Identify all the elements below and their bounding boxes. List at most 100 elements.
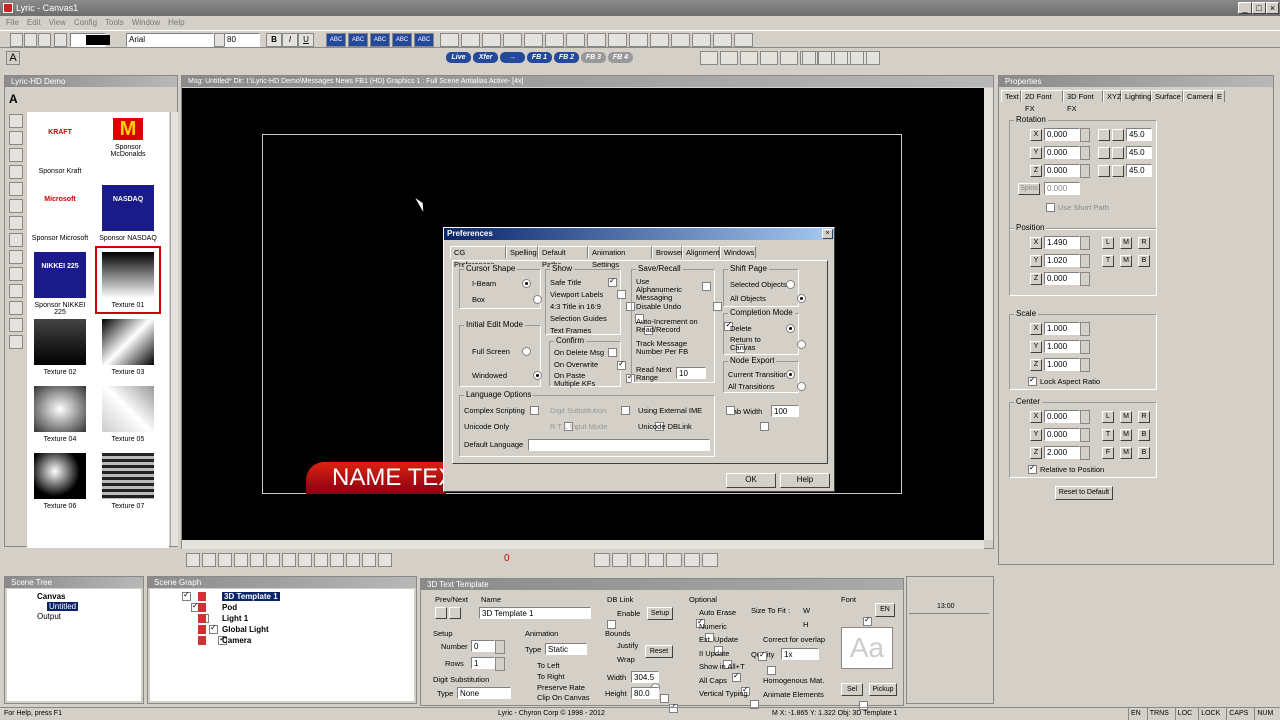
optional-checkbox[interactable] xyxy=(732,671,741,683)
playback-button[interactable] xyxy=(250,553,264,567)
side-tool-icon[interactable] xyxy=(9,199,23,213)
property-tab[interactable]: Text xyxy=(1001,90,1021,102)
ibeam-radio[interactable] xyxy=(522,279,531,289)
view-button[interactable] xyxy=(648,553,664,567)
thumbnail-item[interactable]: Microsoft Sponsor Microsoft xyxy=(29,181,91,245)
scene-graph-item[interactable]: Light 1 xyxy=(222,614,248,623)
preferences-close-icon[interactable]: × xyxy=(822,229,833,239)
full-screen-radio[interactable] xyxy=(522,347,531,357)
minimize-icon[interactable]: _ xyxy=(1238,2,1252,14)
thumbnail-item[interactable]: NIKKEI 225 Sponsor NIKKEI 225 xyxy=(29,248,91,316)
pref-tab[interactable]: Spelling xyxy=(506,246,538,258)
show-item-checkbox[interactable] xyxy=(608,276,617,288)
value-field[interactable]: 0.000 xyxy=(1044,272,1080,285)
axis-button[interactable]: Z xyxy=(1030,273,1042,285)
mode-button-3[interactable]: FB 1 xyxy=(527,52,552,63)
thumbnail-item[interactable]: Texture 07 xyxy=(97,449,159,513)
playback-button[interactable] xyxy=(298,553,312,567)
spin-arrows[interactable] xyxy=(1080,358,1090,372)
pref-tab[interactable]: Browser xyxy=(652,246,684,258)
align-tmb.0[interactable]: T xyxy=(1102,429,1114,441)
toolbar-file-button[interactable] xyxy=(38,33,51,47)
align-lmr.1[interactable]: M xyxy=(1120,411,1132,423)
mode-button-5[interactable]: FB 3 xyxy=(581,52,606,63)
effect-button[interactable] xyxy=(503,33,522,47)
pref-tab[interactable]: CG Preferences xyxy=(450,246,506,269)
all-objects-radio[interactable] xyxy=(797,294,807,304)
scene-tree-item-output[interactable]: Output xyxy=(37,612,61,621)
property-tab[interactable]: 3D Font FX xyxy=(1063,90,1103,113)
property-tab[interactable]: Lighting xyxy=(1121,90,1151,102)
delete-radio[interactable] xyxy=(786,324,795,334)
spins-button[interactable]: Spins xyxy=(1018,183,1040,195)
axis-button[interactable]: X xyxy=(1030,323,1042,335)
side-tool-icon[interactable] xyxy=(9,131,23,145)
windowed-radio[interactable] xyxy=(533,371,543,381)
spin-arrows[interactable] xyxy=(1080,410,1090,424)
plus-button[interactable] xyxy=(1098,129,1110,141)
spin-value-field[interactable]: 45.0 xyxy=(1126,164,1152,177)
effect-button[interactable] xyxy=(440,33,459,47)
font-size-field[interactable]: 80 xyxy=(224,33,260,47)
playback-button[interactable] xyxy=(186,553,200,567)
thumbnail-item[interactable]: Texture 04 xyxy=(29,382,91,446)
property-tab[interactable]: E xyxy=(1213,90,1225,102)
side-tool-icon[interactable] xyxy=(9,148,23,162)
bounds-reset-button[interactable]: Reset xyxy=(645,645,673,658)
color-swatch[interactable] xyxy=(86,35,110,45)
menu-item-config[interactable]: Config xyxy=(74,16,97,30)
playback-button[interactable] xyxy=(362,553,376,567)
thumbnail-item[interactable]: Texture 06 xyxy=(29,449,91,513)
minus-button[interactable] xyxy=(1112,129,1124,141)
axis-button[interactable]: X xyxy=(1030,237,1042,249)
width-field[interactable]: 304.5 xyxy=(631,671,659,683)
align-tmb.2[interactable]: B xyxy=(1138,429,1150,441)
effect-button[interactable] xyxy=(671,33,690,47)
toolbar-file-button[interactable] xyxy=(24,33,37,47)
confirm-item-checkbox[interactable] xyxy=(617,359,626,371)
side-tool-icon[interactable] xyxy=(9,301,23,315)
scene-graph-item[interactable]: 3D Template 1 xyxy=(222,592,280,601)
playback-button[interactable] xyxy=(282,553,296,567)
axis-button[interactable]: Z xyxy=(1030,359,1042,371)
align-button[interactable] xyxy=(760,51,778,65)
menu-item-edit[interactable]: Edit xyxy=(27,16,41,30)
font-preview[interactable]: Aa xyxy=(841,627,893,669)
align-lmr.0[interactable]: L xyxy=(1102,411,1114,423)
align-button[interactable] xyxy=(780,51,798,65)
select-tool-button[interactable] xyxy=(802,51,816,65)
spin-arrows[interactable] xyxy=(1080,254,1090,268)
scene-tree-root[interactable]: Canvas xyxy=(37,592,65,601)
side-tool-icon[interactable] xyxy=(9,335,23,349)
pref-tab[interactable]: Default Paths xyxy=(538,246,588,269)
mode-button-6[interactable]: FB 4 xyxy=(608,52,633,63)
maximize-icon[interactable]: □ xyxy=(1252,2,1266,14)
effect-button[interactable] xyxy=(629,33,648,47)
playback-button[interactable] xyxy=(378,553,392,567)
value-field[interactable]: 0.000 xyxy=(1044,428,1080,441)
axis-button[interactable]: X xyxy=(1030,411,1042,423)
pref-tab[interactable]: Animation Settings xyxy=(588,246,652,269)
external-ime-checkbox[interactable] xyxy=(726,406,736,416)
value-field[interactable]: 0.000 xyxy=(1044,146,1080,159)
pref-tab[interactable]: Alignment xyxy=(682,246,720,258)
view-button[interactable] xyxy=(684,553,700,567)
tab-width-field[interactable]: 100 xyxy=(771,405,799,417)
mode-button-2[interactable]: → xyxy=(500,52,525,63)
axis-button[interactable]: X xyxy=(1030,129,1042,141)
spin-arrows[interactable] xyxy=(1080,164,1090,178)
side-tool-icon[interactable] xyxy=(9,165,23,179)
property-tab[interactable]: 2D Font FX xyxy=(1021,90,1063,113)
close-icon[interactable]: × xyxy=(1266,2,1279,14)
scene-graph-item[interactable]: Global Light xyxy=(222,625,269,634)
axis-button[interactable]: Y xyxy=(1030,429,1042,441)
axis-button[interactable]: Y xyxy=(1030,147,1042,159)
axis-button[interactable]: Z xyxy=(1030,447,1042,459)
value-field[interactable]: 1.000 xyxy=(1044,358,1080,371)
font-pickup-button[interactable]: Pickup xyxy=(869,683,897,696)
thumbnail-item[interactable]: NASDAQ Sponsor NASDAQ xyxy=(97,181,159,245)
menu-item-window[interactable]: Window xyxy=(132,16,160,30)
align-button[interactable] xyxy=(700,51,718,65)
spin-arrows[interactable] xyxy=(1080,128,1090,142)
template-name-field[interactable]: 3D Template 1 xyxy=(479,607,591,619)
